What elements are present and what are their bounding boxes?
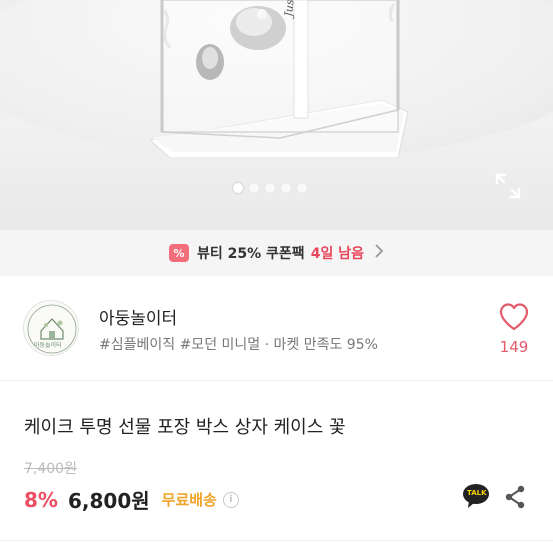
avatar-caption: 아둥놀이터 xyxy=(34,342,62,349)
like-button[interactable]: 149 xyxy=(494,302,534,356)
product-title: 케이크 투명 선물 포장 박스 상자 케이스 꽃 xyxy=(24,417,346,438)
share-button[interactable] xyxy=(503,484,527,510)
discount-rate: 8% xyxy=(24,487,58,512)
carousel-page-indicator xyxy=(233,183,307,193)
product-image xyxy=(150,0,408,158)
fullscreen-expand-icon xyxy=(495,173,521,199)
page-dot-5[interactable] xyxy=(297,183,307,193)
page-dot-2[interactable] xyxy=(249,183,259,193)
info-icon[interactable]: i xyxy=(222,491,239,508)
coupon-banner[interactable]: % 뷰티 25% 쿠폰팩 4일 남음 xyxy=(0,230,553,276)
page-dot-3[interactable] xyxy=(265,183,275,193)
page-dot-4[interactable] xyxy=(281,183,291,193)
price-row: 8% 6,800원 무료배송 i xyxy=(24,485,239,514)
kakao-talk-label: TALK xyxy=(467,489,487,497)
bottom-edge xyxy=(0,540,553,553)
coupon-percent-icon: % xyxy=(169,244,190,262)
product-image-carousel[interactable]: Just for you xyxy=(0,0,553,230)
chevron-right-icon xyxy=(374,244,384,262)
coupon-deadline: 4일 남음 xyxy=(310,246,364,262)
share-icon xyxy=(505,485,525,509)
like-count: 149 xyxy=(499,338,529,356)
sale-price: 6,800원 xyxy=(67,489,150,513)
page-dot-1[interactable] xyxy=(233,183,243,193)
heart-outline-icon xyxy=(499,303,529,331)
section-divider xyxy=(0,380,553,381)
seller-tags: #심플베이직 #모던 미니멀 · 마켓 만족도 95% xyxy=(99,337,378,353)
fullscreen-button[interactable] xyxy=(494,172,522,200)
coupon-label: 뷰티 25% 쿠폰팩 xyxy=(197,246,305,262)
seller-name[interactable]: 아둥놀이터 xyxy=(99,304,177,329)
seller-info[interactable]: 아둥놀이터 아둥놀이터 #심플베이직 #모던 미니멀 · 마켓 만족도 95% … xyxy=(0,276,553,380)
kakao-talk-button[interactable]: TALK xyxy=(462,483,490,509)
original-price: 7,400원 xyxy=(24,461,77,477)
free-shipping-label: 무료배송 xyxy=(161,491,217,509)
